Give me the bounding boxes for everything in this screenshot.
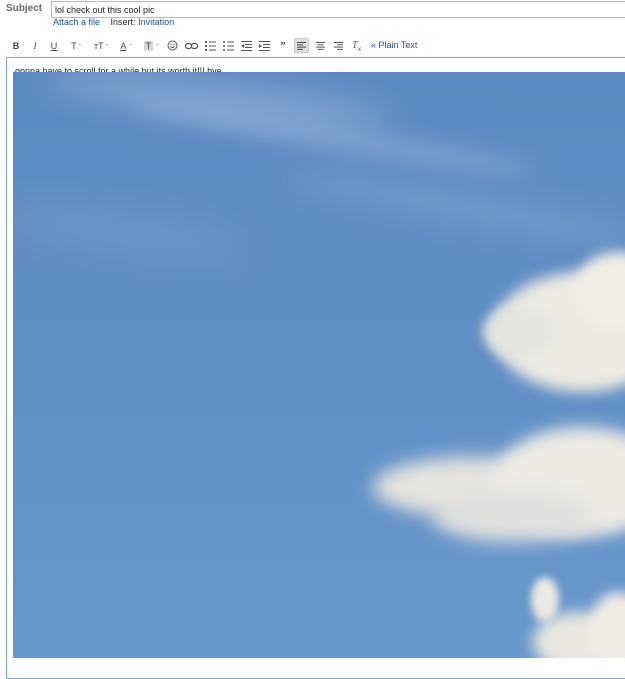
- subject-input[interactable]: [51, 1, 625, 18]
- font-button[interactable]: T -: [66, 38, 86, 53]
- numbered-list-icon[interactable]: [203, 38, 217, 53]
- insert-label: Insert:: [110, 17, 136, 27]
- highlight-dropdown-icon: -: [156, 42, 159, 49]
- attach-row: Attach a file Insert: Invitation: [53, 17, 174, 27]
- align-center-icon[interactable]: [313, 38, 327, 53]
- font-dropdown-icon: -: [78, 42, 81, 49]
- font-size-label: тT: [94, 40, 104, 51]
- font-label: T: [71, 40, 77, 51]
- highlight-label: T: [143, 40, 154, 51]
- bold-button[interactable]: B: [10, 38, 22, 53]
- quote-icon[interactable]: ”: [276, 38, 290, 53]
- underline-button[interactable]: U: [48, 38, 60, 53]
- plain-text-link[interactable]: « Plain Text: [371, 40, 417, 50]
- indent-less-icon[interactable]: [239, 38, 253, 53]
- font-size-dropdown-icon: -: [105, 42, 108, 49]
- insert-invitation-link[interactable]: Invitation: [138, 17, 174, 27]
- subject-label: Subject: [6, 3, 43, 14]
- align-left-icon[interactable]: [294, 38, 309, 53]
- link-icon[interactable]: [183, 38, 199, 53]
- bulleted-list-icon[interactable]: [221, 38, 235, 53]
- font-size-button[interactable]: тT -: [90, 38, 112, 53]
- embedded-sky-photo: [13, 72, 625, 658]
- italic-button[interactable]: I: [29, 38, 41, 53]
- text-color-dropdown-icon: -: [129, 42, 132, 49]
- emoticon-icon[interactable]: [165, 38, 179, 53]
- highlight-color-button[interactable]: T -: [140, 38, 162, 53]
- quote-glyph: ”: [280, 39, 286, 52]
- indent-more-icon[interactable]: [257, 38, 271, 53]
- text-color-label: A: [120, 40, 127, 51]
- text-color-button[interactable]: A -: [115, 38, 137, 53]
- formatting-toolbar: B I U T - тT - A - T - ” T x « Plain Tex…: [6, 38, 625, 54]
- attach-file-link[interactable]: Attach a file: [53, 17, 100, 27]
- svg-text:x: x: [358, 47, 361, 51]
- align-right-icon[interactable]: [331, 38, 345, 53]
- remove-formatting-icon[interactable]: Tx: [350, 38, 366, 53]
